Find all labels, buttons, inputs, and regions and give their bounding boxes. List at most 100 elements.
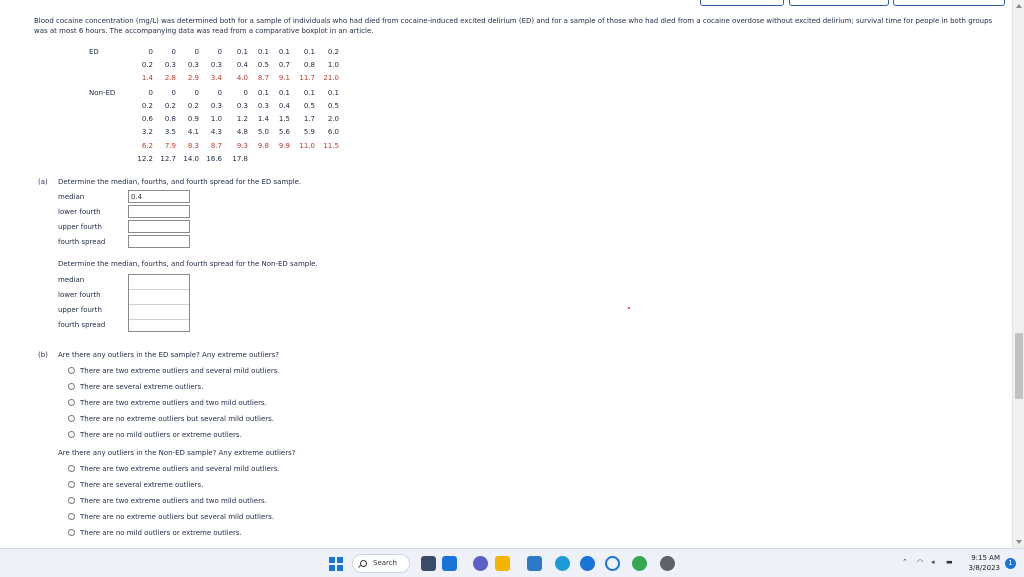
non-ed-value: 8.7 — [210, 142, 222, 150]
non-ed-value: 11.5 — [323, 142, 339, 150]
non-ed-value: 0.5 — [327, 102, 339, 110]
non-ed-value: 14.0 — [183, 155, 199, 163]
radio-button[interactable] — [68, 513, 75, 520]
non-ed-value: 0.1 — [327, 89, 339, 97]
ed-median-input[interactable] — [128, 190, 190, 203]
non-ed-value: 0.8 — [164, 115, 176, 123]
non-ed-value: 5.9 — [303, 128, 315, 136]
non-ed-value: 7.9 — [164, 142, 176, 150]
non-ed-value: 2.0 — [327, 115, 339, 123]
non-ed-value: 0.2 — [187, 102, 199, 110]
ed-value: 0.2 — [141, 61, 153, 69]
option-label: There are two extreme outliers and sever… — [80, 465, 280, 473]
non-ed-value: 0.9 — [187, 115, 199, 123]
widgets-icon[interactable] — [442, 556, 457, 571]
notification-badge[interactable]: 1 — [1005, 558, 1016, 569]
non-ed-value: 4.8 — [236, 128, 248, 136]
top-tab-2[interactable] — [789, 0, 889, 6]
scrollbar-thumb[interactable] — [1015, 333, 1023, 399]
non-ed-value: 16.6 — [206, 155, 222, 163]
non-ed-value: 8.3 — [187, 142, 199, 150]
ed-value: 0 — [148, 48, 153, 56]
scroll-down-arrow-icon[interactable] — [1016, 540, 1022, 544]
clock[interactable]: 9:15 AM 3/8/2023 — [962, 553, 1000, 573]
edge-browser-icon[interactable] — [555, 556, 570, 571]
non-ed-median-label: median — [58, 276, 85, 284]
ed-value: 0.7 — [278, 61, 290, 69]
ed-value: 0.3 — [187, 61, 199, 69]
radio-button[interactable] — [68, 481, 75, 488]
ed-fourth-spread-label: fourth spread — [58, 238, 106, 246]
radio-button[interactable] — [68, 399, 75, 406]
page: Blood cocaine concentration (mg/L) was d… — [0, 0, 1024, 548]
ed-fourth-spread-input[interactable] — [128, 235, 190, 248]
file-explorer-icon[interactable] — [495, 556, 510, 571]
non-ed-upper-fourth-label: upper fourth — [58, 306, 102, 314]
divider — [129, 304, 189, 305]
part-a-non-ed-question: Determine the median, fourths, and fourt… — [58, 260, 318, 268]
non-ed-value: 17.8 — [232, 155, 248, 163]
vertical-scrollbar[interactable] — [1012, 0, 1024, 548]
divider — [129, 319, 189, 320]
ed-lower-fourth-input[interactable] — [128, 205, 190, 218]
settings-gear-icon[interactable] — [660, 556, 675, 571]
radio-button[interactable] — [68, 415, 75, 422]
problem-statement: Blood cocaine concentration (mg/L) was d… — [34, 17, 993, 35]
non-ed-value: 0.3 — [236, 102, 248, 110]
ed-value: 0.8 — [303, 61, 315, 69]
ed-value: 2.8 — [164, 74, 176, 82]
radio-button[interactable] — [68, 431, 75, 438]
store-icon[interactable] — [527, 556, 542, 571]
non-ed-value: 6.2 — [141, 142, 153, 150]
non-ed-fourth-spread-label: fourth spread — [58, 321, 106, 329]
ed-value: 0.1 — [278, 48, 290, 56]
top-tab-3[interactable] — [893, 0, 1005, 6]
radio-button[interactable] — [68, 367, 75, 374]
non-ed-answer-box[interactable] — [128, 274, 190, 332]
non-ed-value: 0 — [171, 89, 176, 97]
help-icon[interactable] — [580, 556, 595, 571]
battery-icon[interactable]: ▬ — [946, 558, 953, 566]
non-ed-value: 0.3 — [257, 102, 269, 110]
non-ed-value: 6.0 — [327, 128, 339, 136]
part-b-non-ed-question: Are there any outliers in the Non-ED sam… — [58, 449, 296, 457]
option-label: There are two extreme outliers and two m… — [80, 399, 267, 407]
search-label: Search — [373, 559, 398, 567]
ed-value: 0.1 — [257, 48, 269, 56]
windows-start-icon[interactable] — [329, 557, 343, 571]
non-ed-value: 0.1 — [278, 89, 290, 97]
search-icon — [360, 560, 367, 567]
ed-value: 11.7 — [299, 74, 315, 82]
non-ed-value: 0.6 — [141, 115, 153, 123]
non-ed-value: 0.2 — [164, 102, 176, 110]
non-ed-value: 0.4 — [278, 102, 290, 110]
non-ed-value: 4.3 — [210, 128, 222, 136]
ed-value: 0.1 — [236, 48, 248, 56]
volume-icon[interactable]: ◂ — [931, 558, 935, 566]
ed-value: 21.0 — [323, 74, 339, 82]
part-b-ed-question: Are there any outliers in the ED sample?… — [58, 351, 279, 359]
non-ed-value: 4.1 — [187, 128, 199, 136]
non-ed-value: 0 — [148, 89, 153, 97]
radio-button[interactable] — [68, 529, 75, 536]
chrome-icon[interactable] — [632, 556, 647, 571]
task-view-icon[interactable] — [421, 556, 436, 571]
radio-button[interactable] — [68, 465, 75, 472]
scroll-up-arrow-icon[interactable] — [1016, 4, 1022, 8]
wifi-icon[interactable]: ◠ — [917, 558, 923, 566]
cortana-icon[interactable] — [605, 556, 620, 571]
top-tab-1[interactable] — [700, 0, 784, 6]
non-ed-value: 5.6 — [278, 128, 290, 136]
ed-value: 0.2 — [327, 48, 339, 56]
chat-icon[interactable] — [473, 556, 488, 571]
radio-button[interactable] — [68, 383, 75, 390]
radio-button[interactable] — [68, 497, 75, 504]
option-label: There are two extreme outliers and sever… — [80, 367, 280, 375]
ed-upper-fourth-input[interactable] — [128, 220, 190, 233]
chevron-up-icon[interactable]: ⌃ — [902, 558, 908, 566]
option-label: There are no mild outliers or extreme ou… — [80, 431, 242, 439]
clock-time: 9:15 AM — [971, 554, 1000, 562]
taskbar-search[interactable]: Search — [352, 554, 410, 573]
non-ed-value: 9.9 — [278, 142, 290, 150]
non-ed-value: 12.2 — [137, 155, 153, 163]
